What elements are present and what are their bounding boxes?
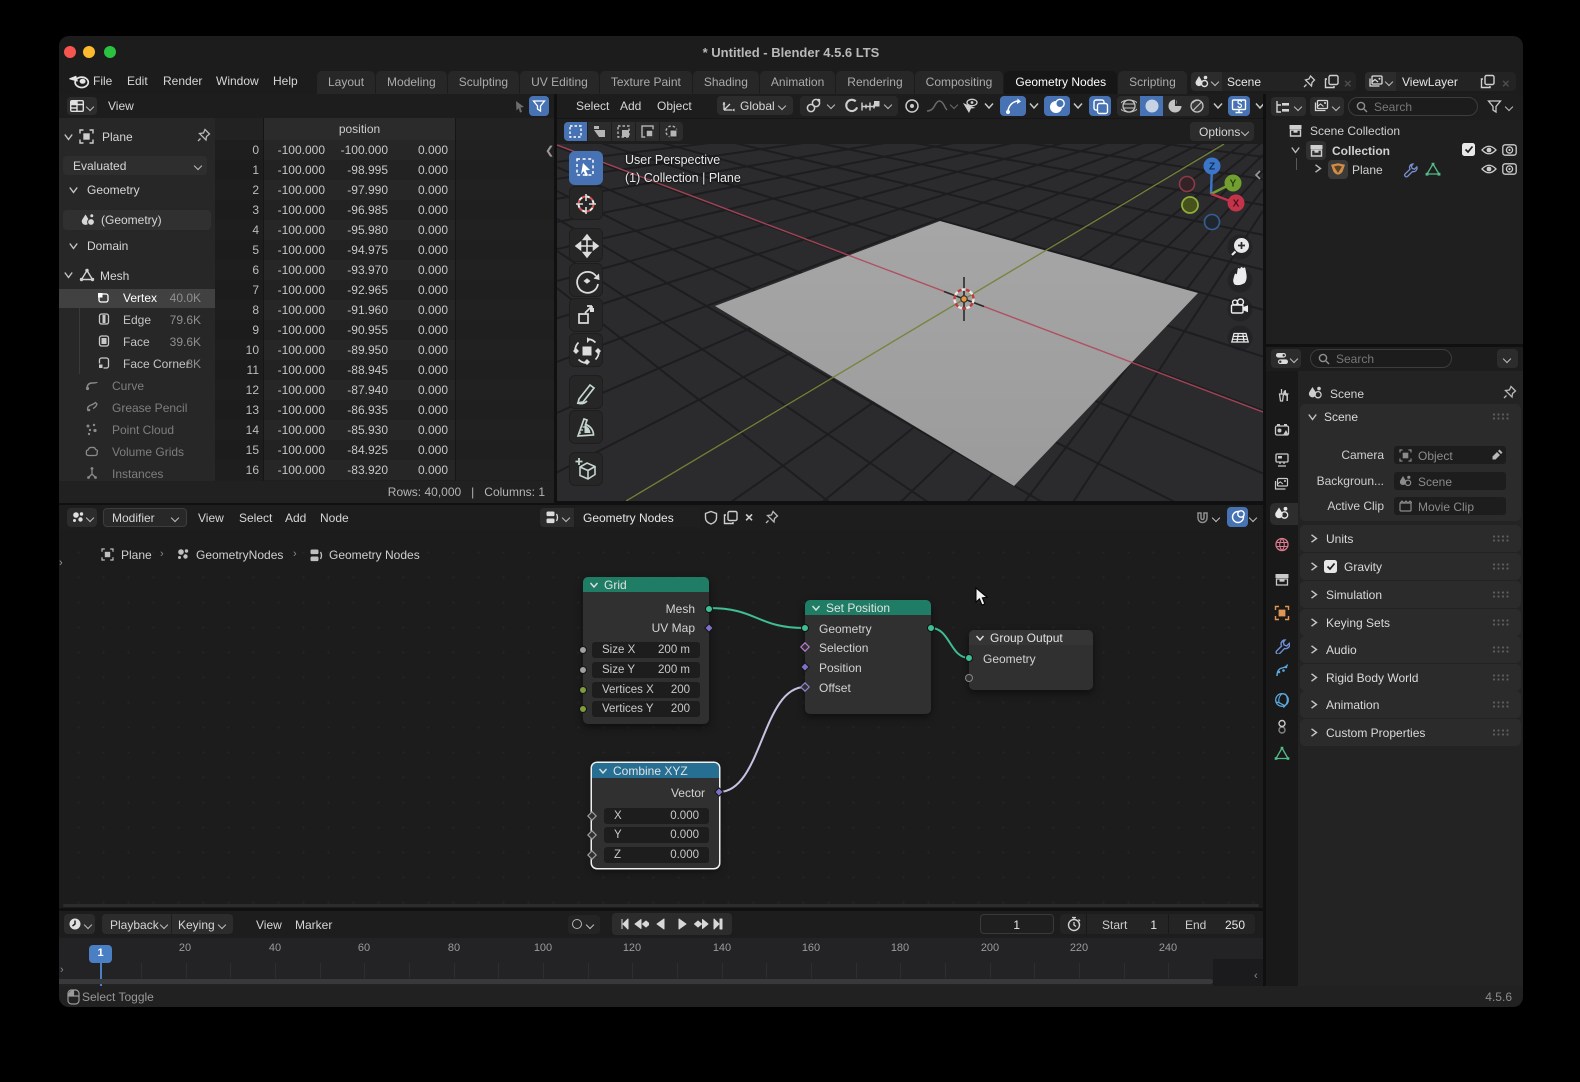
svg-text:Y: Y: [1230, 179, 1237, 190]
svg-text:X: X: [1233, 199, 1240, 210]
svg-text:Z: Z: [1209, 162, 1215, 173]
